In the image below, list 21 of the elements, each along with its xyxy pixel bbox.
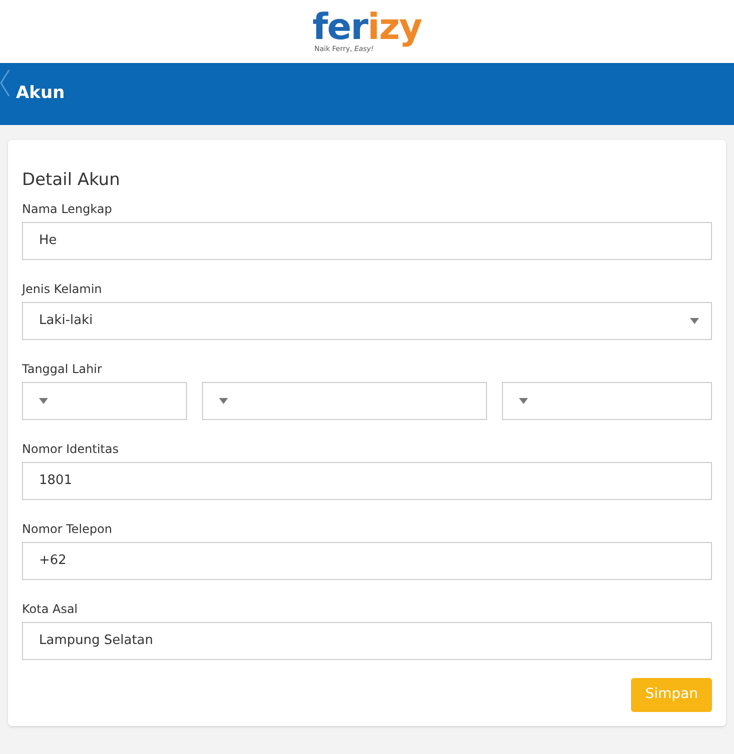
field-label: Nomor Telepon bbox=[22, 520, 114, 538]
caret-icon bbox=[219, 398, 228, 404]
text-field[interactable]: He bbox=[22, 222, 712, 260]
dropdown[interactable]: Laki-laki bbox=[22, 302, 712, 340]
section-title: Detail Akun bbox=[22, 169, 121, 192]
field-label: Tanggal Lahir bbox=[22, 360, 103, 378]
field-label: Nomor Identitas bbox=[22, 440, 120, 458]
dropdown[interactable] bbox=[502, 382, 712, 420]
field-label: Jenis Kelamin bbox=[22, 280, 103, 298]
dropdown[interactable] bbox=[202, 382, 487, 420]
page-title: Akun bbox=[16, 82, 65, 106]
text-field[interactable]: +62 bbox=[22, 542, 712, 580]
caret-icon bbox=[519, 398, 528, 404]
caret-icon bbox=[690, 318, 699, 324]
back-icon[interactable] bbox=[0, 69, 10, 97]
caret-icon bbox=[39, 398, 48, 404]
text-field[interactable]: Lampung Selatan bbox=[22, 622, 712, 660]
text-field[interactable]: 1801 bbox=[22, 462, 712, 500]
dropdown[interactable] bbox=[22, 382, 187, 420]
field-label: Nama Lengkap bbox=[22, 200, 113, 218]
field-label: Kota Asal bbox=[22, 600, 79, 618]
